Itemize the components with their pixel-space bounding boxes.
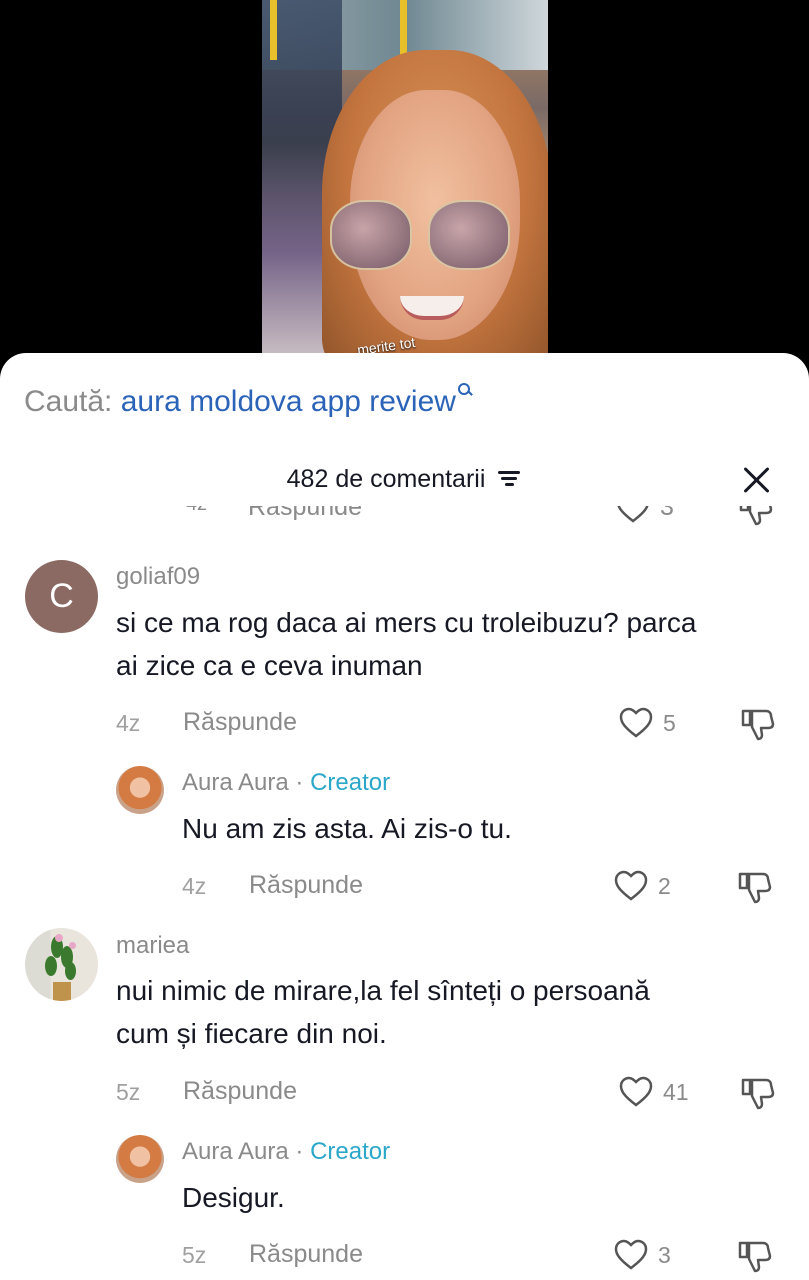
reply-text: Desigur. (182, 1182, 285, 1213)
reply-username[interactable]: Aura Aura (182, 769, 289, 796)
reply-username[interactable]: Aura Aura (182, 1138, 289, 1165)
search-query[interactable]: aura moldova app review (121, 385, 456, 418)
dislike-icon[interactable] (740, 1076, 776, 1110)
creator-avatar[interactable] (116, 766, 164, 814)
comments-count: 482 de comentarii (286, 465, 486, 493)
reply-username-line: Aura Aura · Creator (182, 1138, 390, 1166)
dislike-icon[interactable] (737, 1239, 773, 1273)
heart-icon[interactable] (616, 506, 650, 524)
previous-comment-actions: 4z Răspunde 3 (0, 506, 809, 528)
sort-icon[interactable] (498, 468, 522, 488)
reply-text: Nu am zis asta. Ai zis-o tu. (182, 813, 512, 844)
close-icon[interactable] (741, 465, 771, 495)
peek-like-count: 3 (660, 506, 674, 521)
reply-button[interactable]: Răspunde (183, 1077, 297, 1106)
comment-text-line: si ce ma rog daca ai mers cu troleibuzu?… (116, 607, 697, 638)
like-count: 41 (663, 1079, 689, 1105)
creator-badge: Creator (310, 769, 391, 796)
like-count: 5 (663, 710, 676, 736)
creator-avatar[interactable] (116, 1135, 164, 1183)
dislike-icon[interactable] (737, 870, 773, 904)
avatar[interactable]: C (25, 560, 98, 633)
comment-text-line: nui nimic de mirare,la fel sînteți o per… (116, 975, 650, 1006)
search-icon[interactable] (457, 383, 472, 397)
sunglasses-lens-left (330, 200, 412, 270)
sunglasses-lens-right (428, 200, 510, 270)
reply-button[interactable]: Răspunde (249, 1240, 363, 1269)
dislike-icon[interactable] (738, 506, 774, 526)
avatar[interactable] (25, 928, 98, 1001)
reply-time: 4z (182, 873, 207, 899)
separator-dot: · (288, 1138, 311, 1165)
heart-icon[interactable] (614, 870, 648, 902)
comment-username[interactable]: mariea (116, 932, 189, 960)
heart-icon[interactable] (619, 1076, 653, 1108)
comment-text-line: cum și fiecare din noi. (116, 1018, 387, 1049)
peek-time: 4z (186, 506, 207, 516)
comments-sheet: Caută: aura moldova app review 482 de co… (0, 353, 809, 1280)
comment-text-line: ai zice ca e ceva inuman (116, 650, 423, 681)
comments-header: 482 de comentarii (0, 465, 809, 494)
comment-username[interactable]: goliaf09 (116, 563, 200, 591)
peek-reply[interactable]: Răspunde (248, 506, 362, 522)
like-count: 2 (658, 873, 671, 899)
search-suggestion[interactable]: Caută: aura moldova app review (24, 383, 472, 419)
reply-button[interactable]: Răspunde (249, 871, 363, 900)
comment-time: 4z (116, 710, 141, 736)
reply-time: 5z (182, 1242, 207, 1268)
heart-icon[interactable] (619, 707, 653, 739)
dislike-icon[interactable] (740, 707, 776, 741)
reply-button[interactable]: Răspunde (183, 708, 297, 737)
separator-dot: · (288, 769, 311, 796)
heart-icon[interactable] (614, 1239, 648, 1271)
video-preview[interactable]: merite tot (262, 0, 548, 360)
creator-badge: Creator (310, 1138, 391, 1165)
like-count: 3 (658, 1242, 671, 1268)
bus-pole (270, 0, 277, 60)
reply-username-line: Aura Aura · Creator (182, 769, 390, 797)
search-label: Caută: (24, 385, 121, 418)
comment-time: 5z (116, 1079, 141, 1105)
